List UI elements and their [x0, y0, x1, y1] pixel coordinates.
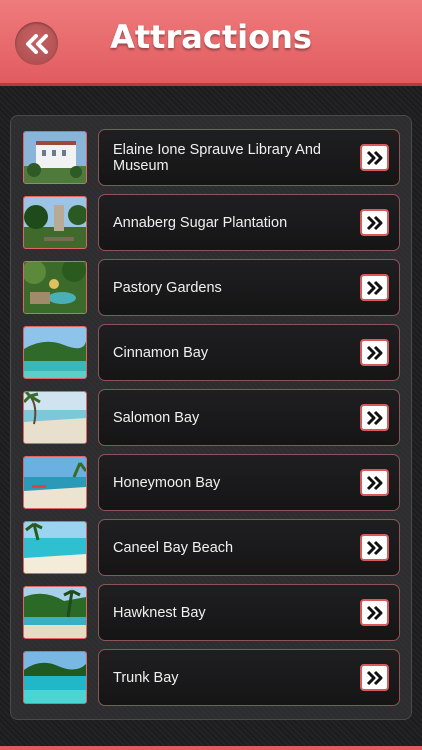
double-chevron-right-icon	[366, 215, 382, 230]
attraction-thumbnail	[23, 196, 87, 249]
open-button[interactable]	[360, 664, 389, 691]
double-chevron-right-icon	[366, 605, 382, 620]
double-chevron-right-icon	[366, 540, 382, 555]
list-item[interactable]: Annaberg Sugar Plantation	[23, 194, 401, 251]
attraction-thumbnail	[23, 261, 87, 314]
open-button[interactable]	[360, 534, 389, 561]
attraction-thumbnail	[23, 456, 87, 509]
list-item[interactable]: Elaine Ione Sprauve Library And Museum	[23, 129, 401, 186]
attraction-label: Elaine Ione Sprauve Library And Museum	[113, 141, 321, 174]
list-item[interactable]: Caneel Bay Beach	[23, 519, 401, 576]
double-chevron-right-icon	[366, 345, 382, 360]
attraction-thumbnail	[23, 391, 87, 444]
double-chevron-right-icon	[366, 670, 382, 685]
attraction-thumbnail	[23, 131, 87, 184]
attraction-thumbnail	[23, 521, 87, 574]
attraction-button[interactable]: Salomon Bay	[98, 389, 400, 446]
attraction-button[interactable]: Honeymoon Bay	[98, 454, 400, 511]
attraction-label: Pastory Gardens	[113, 279, 222, 296]
attraction-thumbnail	[23, 651, 87, 704]
attraction-label: Caneel Bay Beach	[113, 539, 234, 556]
open-button[interactable]	[360, 599, 389, 626]
open-button[interactable]	[360, 404, 389, 431]
list-item[interactable]: Cinnamon Bay	[23, 324, 401, 381]
double-chevron-right-icon	[366, 475, 382, 490]
attraction-label: Annaberg Sugar Plantation	[113, 214, 288, 231]
attraction-label: Hawknest Bay	[113, 604, 206, 621]
list-item[interactable]: Honeymoon Bay	[23, 454, 401, 511]
attraction-label: Trunk Bay	[113, 669, 179, 686]
bottom-accent-bar	[0, 746, 422, 750]
attraction-button[interactable]: Trunk Bay	[98, 649, 400, 706]
list-item[interactable]: Salomon Bay	[23, 389, 401, 446]
header-bar: Attractions	[0, 0, 422, 86]
open-button[interactable]	[360, 274, 389, 301]
attraction-label: Salomon Bay	[113, 409, 200, 426]
attractions-list: Elaine Ione Sprauve Library And Museum A…	[10, 115, 412, 720]
attraction-button[interactable]: Caneel Bay Beach	[98, 519, 400, 576]
attraction-thumbnail	[23, 326, 87, 379]
attraction-button[interactable]: Elaine Ione Sprauve Library And Museum	[98, 129, 400, 186]
attraction-button[interactable]: Hawknest Bay	[98, 584, 400, 641]
double-chevron-right-icon	[366, 150, 382, 165]
attraction-button[interactable]: Annaberg Sugar Plantation	[98, 194, 400, 251]
open-button[interactable]	[360, 144, 389, 171]
list-item[interactable]: Pastory Gardens	[23, 259, 401, 316]
attraction-label: Cinnamon Bay	[113, 344, 209, 361]
attraction-label: Honeymoon Bay	[113, 474, 221, 491]
attraction-thumbnail	[23, 586, 87, 639]
open-button[interactable]	[360, 339, 389, 366]
double-chevron-right-icon	[366, 410, 382, 425]
attraction-button[interactable]: Cinnamon Bay	[98, 324, 400, 381]
attraction-button[interactable]: Pastory Gardens	[98, 259, 400, 316]
open-button[interactable]	[360, 469, 389, 496]
open-button[interactable]	[360, 209, 389, 236]
page-title: Attractions	[110, 18, 312, 56]
double-chevron-right-icon	[366, 280, 382, 295]
list-item[interactable]: Trunk Bay	[23, 649, 401, 706]
list-item[interactable]: Hawknest Bay	[23, 584, 401, 641]
